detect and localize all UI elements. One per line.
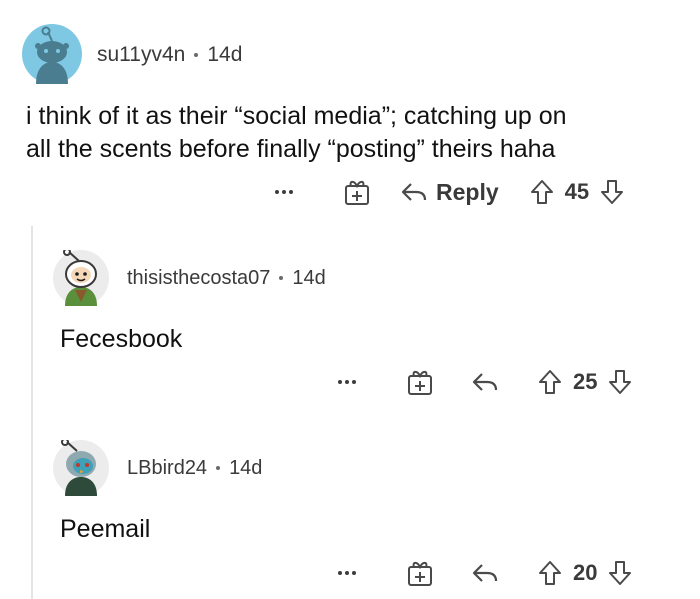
comment-age: 14d bbox=[229, 456, 263, 479]
gift-award-icon[interactable] bbox=[405, 367, 435, 397]
downvote-arrow-icon bbox=[609, 561, 632, 585]
vote-score: 45 bbox=[564, 179, 590, 204]
username[interactable]: su11yv4n bbox=[97, 43, 185, 67]
comment-body-line: i think of it as their “social media”; c… bbox=[26, 102, 567, 130]
snoo-avatar-icon bbox=[22, 24, 82, 84]
comment-body: i think of it as their “social media”; c… bbox=[26, 100, 686, 166]
separator-dot bbox=[194, 53, 199, 57]
reply-button[interactable] bbox=[471, 370, 499, 394]
more-dots-icon[interactable] bbox=[270, 190, 298, 194]
comment-meta: su11yv4n 14d bbox=[97, 40, 242, 70]
upvote-button[interactable] bbox=[537, 368, 563, 396]
downvote-arrow-icon bbox=[601, 180, 624, 204]
comment-body: Peemail bbox=[60, 513, 150, 546]
reply-label: Reply bbox=[436, 178, 499, 205]
vote-score: 20 bbox=[573, 560, 598, 585]
comment-body-line: all the scents before finally “posting” … bbox=[26, 135, 556, 163]
comment-age: 14d bbox=[292, 266, 326, 289]
gift-award-icon[interactable] bbox=[405, 558, 435, 588]
comment-body-line: Fecesbook bbox=[60, 325, 183, 353]
upvote-arrow-icon bbox=[539, 561, 561, 585]
comment-body: Fecesbook bbox=[60, 323, 182, 356]
downvote-button[interactable] bbox=[607, 559, 633, 587]
downvote-button[interactable] bbox=[599, 178, 625, 206]
comment-actions: 25 bbox=[333, 366, 633, 398]
avatar[interactable] bbox=[53, 250, 109, 306]
reply-button[interactable] bbox=[471, 561, 499, 585]
thread-line bbox=[31, 226, 33, 599]
downvote-arrow-icon bbox=[609, 370, 632, 394]
comment-meta: LBbird24 14d bbox=[127, 453, 262, 483]
separator-dot bbox=[216, 466, 221, 470]
username[interactable]: LBbird24 bbox=[127, 457, 207, 480]
comment-actions: 20 bbox=[333, 557, 633, 589]
upvote-arrow-icon bbox=[539, 370, 561, 394]
snoo-avatar-icon bbox=[53, 440, 109, 496]
reply-arrow-icon bbox=[401, 183, 427, 201]
more-dots-icon[interactable] bbox=[333, 380, 361, 384]
reply-arrow-icon bbox=[472, 564, 498, 582]
more-dots-icon[interactable] bbox=[333, 571, 361, 575]
snoo-avatar-icon bbox=[53, 250, 109, 306]
upvote-arrow-icon bbox=[530, 180, 553, 204]
username[interactable]: thisisthecosta07 bbox=[127, 267, 270, 290]
downvote-button[interactable] bbox=[607, 368, 633, 396]
comment-meta: thisisthecosta07 14d bbox=[127, 263, 326, 293]
avatar[interactable] bbox=[53, 440, 109, 496]
upvote-button[interactable] bbox=[537, 559, 563, 587]
gift-award-icon[interactable] bbox=[342, 177, 372, 207]
comment-actions: Reply 45 bbox=[270, 176, 625, 208]
reply-arrow-icon bbox=[472, 373, 498, 391]
reply-button[interactable]: Reply bbox=[400, 179, 499, 206]
vote-score: 25 bbox=[573, 369, 598, 394]
comment-body-line: Peemail bbox=[60, 515, 151, 543]
separator-dot bbox=[279, 276, 284, 280]
upvote-button[interactable] bbox=[529, 178, 555, 206]
avatar[interactable] bbox=[22, 24, 82, 84]
comment-age: 14d bbox=[207, 43, 243, 66]
